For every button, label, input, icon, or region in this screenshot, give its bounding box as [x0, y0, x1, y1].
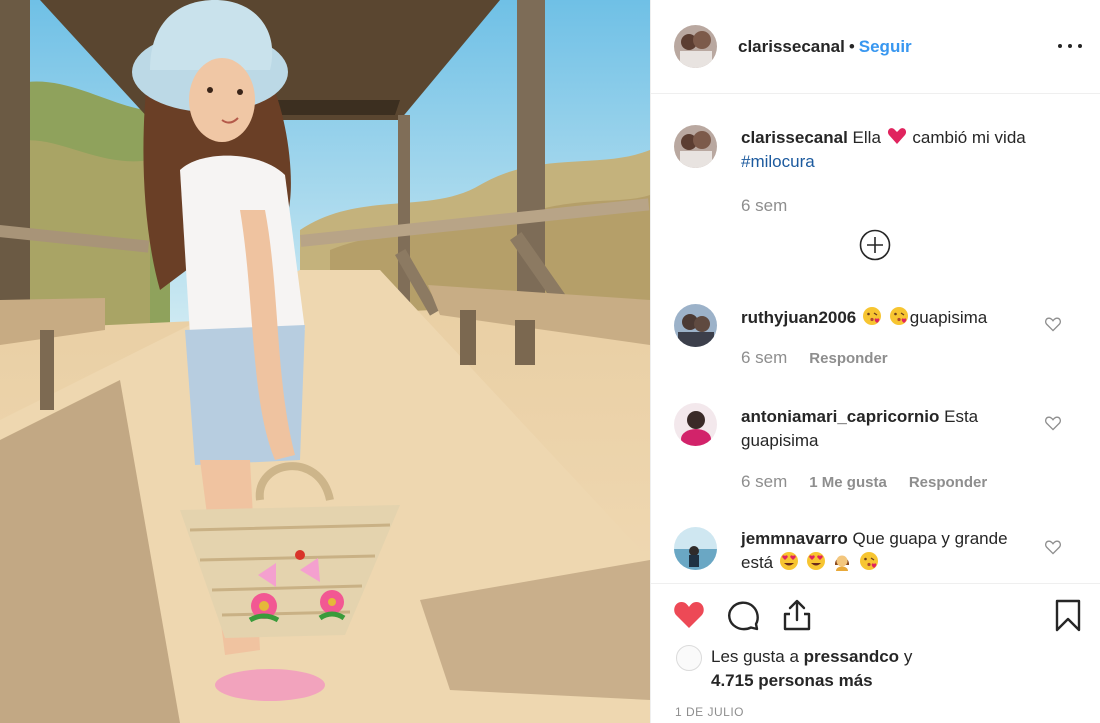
caption-hashtag[interactable]: #milocura	[741, 152, 815, 171]
liker-username[interactable]: pressandco	[804, 647, 899, 666]
comment-meta: 6 sem Responder	[741, 348, 888, 368]
likes-others-link[interactable]: 4.715 personas más	[711, 671, 873, 690]
load-more-comments-icon[interactable]	[859, 229, 891, 261]
post-image	[0, 0, 650, 723]
comment-text: ruthyjuan2006 guapisima	[741, 306, 1041, 330]
heart-filled-icon[interactable]	[672, 598, 706, 632]
likes-joiner: y	[903, 647, 913, 666]
post-header-text: clarissecanal • Seguir	[738, 37, 912, 57]
heart-eyes-emoji-icon	[779, 552, 798, 570]
share-icon[interactable]	[780, 598, 814, 632]
post-header: clarissecanal • Seguir	[651, 0, 1100, 94]
more-options-icon[interactable]	[1056, 36, 1084, 56]
comment-username[interactable]: jemmnavarro	[741, 529, 848, 548]
comment-time[interactable]: 6 sem	[741, 348, 787, 367]
comment-time[interactable]: 6 sem	[741, 472, 787, 491]
reply-button[interactable]: Responder	[909, 474, 987, 491]
kiss-emoji-icon	[889, 307, 908, 325]
liker-avatar[interactable]	[676, 645, 702, 671]
follow-button[interactable]: Seguir	[859, 37, 912, 56]
comment-like-icon[interactable]	[1044, 539, 1062, 555]
kiss-emoji-icon	[860, 552, 879, 570]
comment-like-icon[interactable]	[1044, 415, 1062, 431]
caption-text-after: cambió mi vida	[912, 128, 1026, 147]
comment-avatar[interactable]	[674, 304, 717, 347]
caption-avatar[interactable]	[674, 125, 717, 168]
heart-emoji-icon	[887, 128, 906, 144]
separator-dot: •	[848, 37, 855, 56]
reply-button[interactable]: Responder	[809, 350, 887, 367]
caption-text-before: Ella	[852, 128, 881, 147]
comment-message: guapisima	[909, 308, 988, 327]
comment-avatar[interactable]	[674, 403, 717, 446]
author-avatar[interactable]	[674, 25, 717, 68]
likes-prefix: Les gusta a	[711, 647, 799, 666]
caption-time[interactable]: 6 sem	[741, 196, 787, 216]
comment-avatar[interactable]	[674, 527, 717, 570]
post-side-panel: clarissecanal • Seguir clarissecanal Ella …	[650, 0, 1100, 723]
author-username[interactable]: clarissecanal	[738, 37, 845, 56]
comment-username[interactable]: antoniamari_capricornio	[741, 407, 939, 426]
post-photo[interactable]	[0, 0, 650, 723]
likes-summary: Les gusta a pressandco y 4.715 personas …	[711, 645, 1071, 693]
comments-list[interactable]: clarissecanal Ella cambió mi vida #miloc…	[651, 95, 1100, 582]
comment-likes-count[interactable]: 1 Me gusta	[809, 474, 887, 491]
woman-emoji-icon	[835, 555, 850, 571]
kiss-emoji-icon	[863, 307, 881, 325]
bookmark-icon[interactable]	[1051, 598, 1085, 632]
caption-username[interactable]: clarissecanal	[741, 128, 848, 147]
comment-icon[interactable]	[726, 598, 760, 632]
comment-text: jemmnavarro Que guapa y grande está	[741, 527, 1041, 575]
post-date[interactable]: 1 DE JULIO	[675, 705, 744, 719]
heart-eyes-emoji-icon	[806, 552, 825, 570]
comment-text: antoniamari_capricornio Esta guapisima	[741, 405, 1041, 453]
caption-text: clarissecanal Ella cambió mi vida #miloc…	[741, 126, 1041, 174]
comment-like-icon[interactable]	[1044, 316, 1062, 332]
comment-username[interactable]: ruthyjuan2006	[741, 308, 856, 327]
comment-meta: 6 sem 1 Me gusta Responder	[741, 472, 987, 492]
